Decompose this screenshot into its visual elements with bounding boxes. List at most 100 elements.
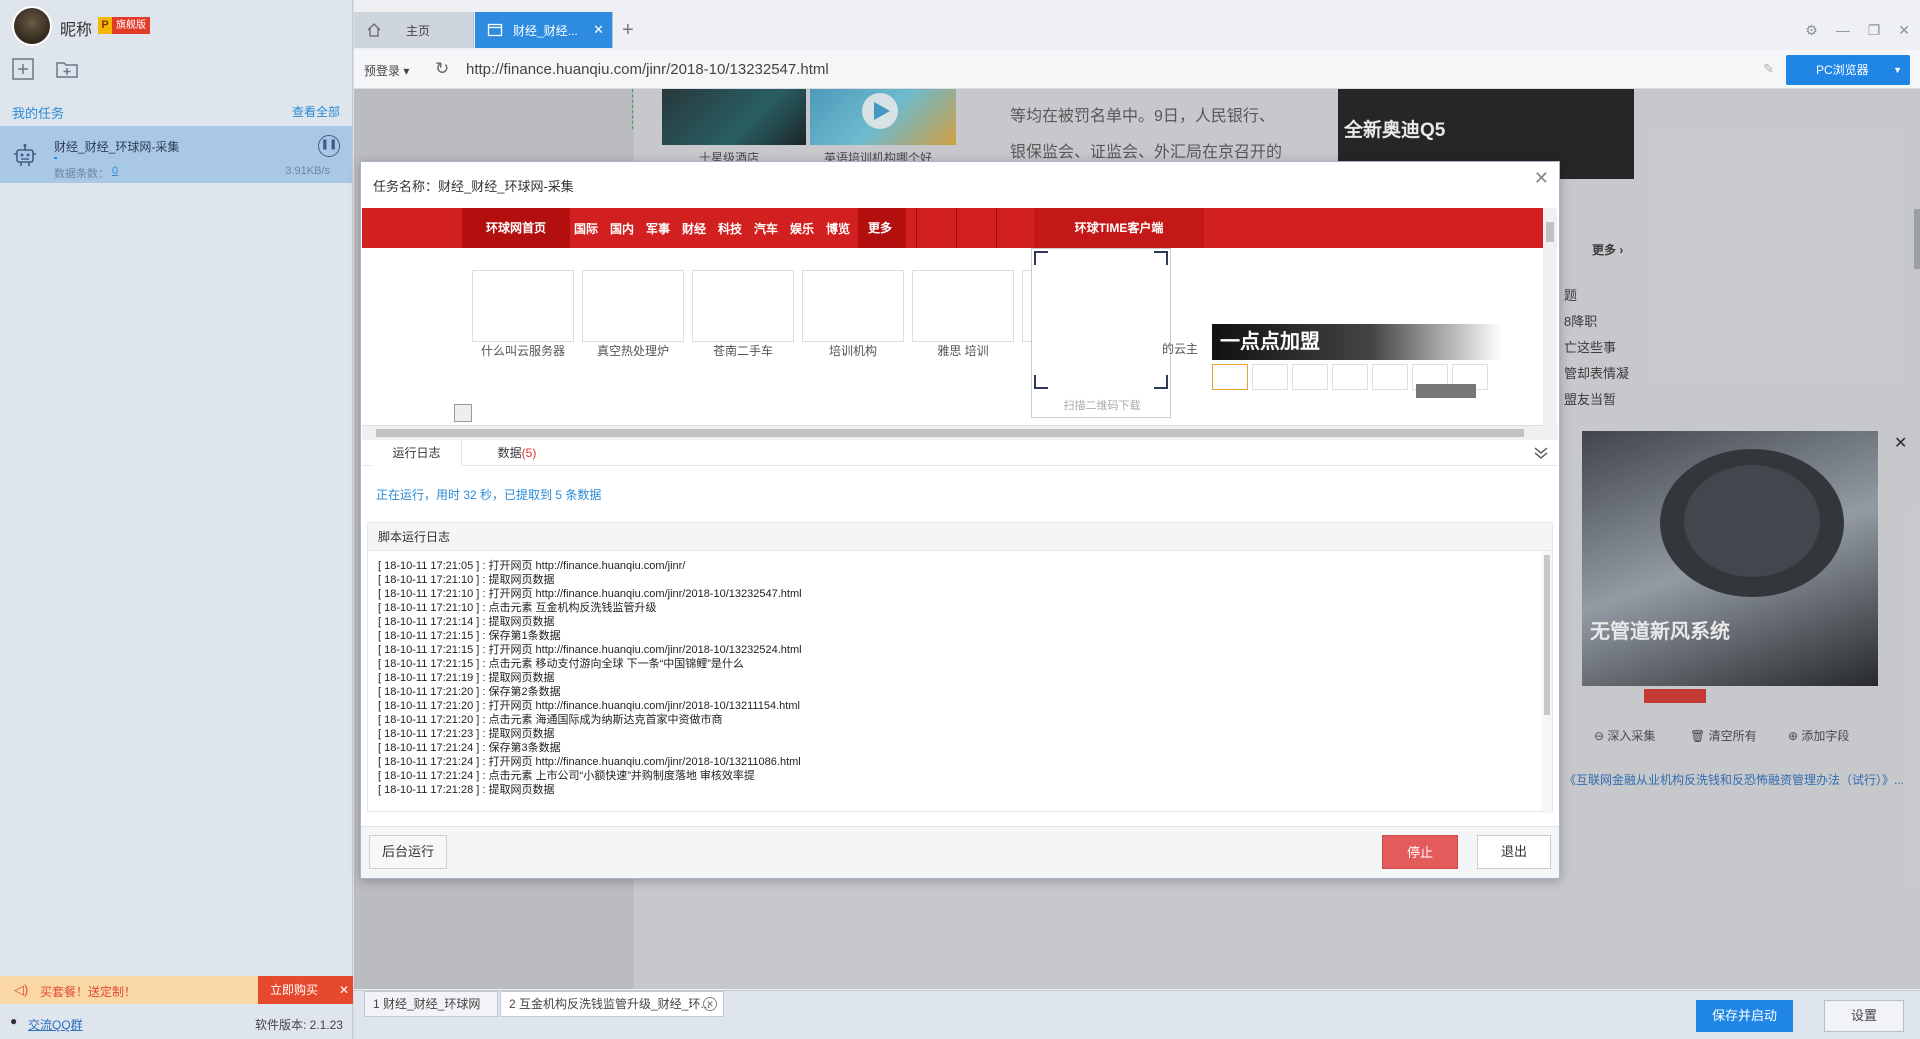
- scroll-thumb[interactable]: [1546, 222, 1554, 242]
- log-line: [ 18-10-11 17:21:19 ] : 提取网页数据: [378, 672, 555, 684]
- settings-button[interactable]: 设置: [1824, 1000, 1904, 1032]
- close-icon[interactable]: ✕: [1898, 12, 1910, 48]
- pause-icon[interactable]: ❚❚: [318, 135, 340, 157]
- nickname[interactable]: 昵称: [60, 16, 92, 40]
- qr-download-box[interactable]: 扫描二维码下载: [1031, 248, 1171, 418]
- log-line: [ 18-10-11 17:21:15 ] : 保存第1条数据: [378, 630, 561, 642]
- ad-card-label[interactable]: 什么叫云服务器: [472, 342, 574, 359]
- nav-client[interactable]: 环球TIME客户端: [1034, 208, 1204, 248]
- close-icon[interactable]: ✕: [703, 997, 717, 1011]
- nav-item[interactable]: 国际: [574, 220, 598, 237]
- task-speed: 3.91KB/s: [285, 165, 330, 177]
- nav-item[interactable]: 娱乐: [790, 220, 814, 237]
- pen-icon[interactable]: ✎: [1763, 61, 1774, 77]
- thumb[interactable]: [1332, 364, 1368, 390]
- nav-item[interactable]: 财经: [682, 220, 706, 237]
- ad-card[interactable]: [582, 270, 684, 342]
- chevron-down-icon[interactable]: ▼: [1893, 55, 1902, 85]
- bottom-bar: 1 财经_财经_环球网 2 互金机构反洗钱监管升级_财经_环... ✕ 保存并启…: [354, 990, 1920, 1039]
- preview-horizontal-scrollbar[interactable]: [362, 426, 1558, 440]
- step-tab[interactable]: 1 财经_财经_环球网: [364, 991, 498, 1017]
- refresh-icon[interactable]: ↻: [435, 59, 455, 79]
- ad-card-label[interactable]: 培训机构: [802, 342, 904, 359]
- task-count[interactable]: 0: [112, 165, 118, 177]
- thumb[interactable]: [1212, 364, 1248, 390]
- stop-label: 停止: [1406, 845, 1433, 860]
- avatar[interactable]: [12, 6, 52, 46]
- save-and-start-label: 保存并启动: [1711, 1008, 1777, 1023]
- exit-label: 退出: [1500, 844, 1527, 859]
- promo-text: 买套餐！送定制！: [40, 985, 137, 999]
- qq-group-link[interactable]: 交流QQ群: [28, 1016, 83, 1033]
- nav-item[interactable]: 汽车: [754, 220, 778, 237]
- log-line: [ 18-10-11 17:21:10 ] : 提取网页数据: [378, 574, 555, 586]
- nav-item[interactable]: 国内: [610, 220, 634, 237]
- buy-now-label: 立即购买: [270, 983, 319, 997]
- nav-more[interactable]: 更多: [858, 208, 906, 248]
- tab-home[interactable]: 主页: [354, 12, 474, 48]
- log-scrollbar[interactable]: [1542, 551, 1552, 813]
- qr-corner: [1034, 375, 1048, 389]
- step-tab[interactable]: 2 互金机构反洗钱监管升级_财经_环... ✕: [500, 991, 724, 1017]
- scroll-thumb[interactable]: [1544, 555, 1550, 715]
- step-tab-label: 1 财经_财经_环球网: [373, 997, 481, 1011]
- task-run-dialog: 任务名称：财经_财经_环球网-采集 ✕ 环球网首页 国际 国内 军事 财经 科技…: [360, 161, 1560, 879]
- pc-browser-button[interactable]: PC浏览器 ▼: [1786, 55, 1910, 85]
- close-icon[interactable]: ✕: [593, 22, 604, 38]
- view-all-link[interactable]: 查看全部: [292, 103, 340, 120]
- dialog-footer: 后台运行 停止 退出: [361, 826, 1559, 878]
- log-line: [ 18-10-11 17:21:15 ] : 打开网页 http://fina…: [378, 644, 802, 656]
- pre-login-dropdown[interactable]: 预登录 ▾: [364, 62, 409, 79]
- maximize-icon[interactable]: ❐: [1868, 12, 1881, 48]
- nav-separator: [956, 208, 957, 248]
- thumb[interactable]: [1372, 364, 1408, 390]
- tab-run-log-label: 运行日志: [392, 446, 441, 460]
- thumb[interactable]: [1292, 364, 1328, 390]
- log-line: [ 18-10-11 17:21:24 ] : 打开网页 http://fina…: [378, 756, 801, 768]
- nav-home[interactable]: 环球网首页: [462, 208, 570, 248]
- exit-button[interactable]: 退出: [1477, 835, 1551, 869]
- tab-data-label: 数据: [497, 446, 522, 460]
- preview-text: 的云主: [1162, 342, 1199, 356]
- stop-button[interactable]: 停止: [1382, 835, 1458, 869]
- nav-item[interactable]: 科技: [718, 220, 742, 237]
- ad-card[interactable]: [912, 270, 1014, 342]
- ad-card[interactable]: [472, 270, 574, 342]
- join-ad-banner[interactable]: 一点点加盟: [1212, 324, 1502, 360]
- log-line: [ 18-10-11 17:21:20 ] : 保存第2条数据: [378, 686, 561, 698]
- background-run-button[interactable]: 后台运行: [369, 835, 447, 869]
- task-name: 财经_财经_环球网-采集: [54, 140, 180, 154]
- url-input[interactable]: http://finance.huanqiu.com/jinr/2018-10/…: [466, 61, 829, 78]
- save-and-start-button[interactable]: 保存并启动: [1696, 1000, 1793, 1032]
- qr-corner: [1034, 251, 1048, 265]
- ad-card-label[interactable]: 真空热处理炉: [582, 342, 684, 359]
- new-task-icon[interactable]: [10, 56, 36, 82]
- task-item[interactable]: 财经_财经_环球网-采集 数据条数： 0 3.91KB/s ❚❚: [0, 126, 352, 183]
- ad-card-label[interactable]: 苍南二手车: [692, 342, 794, 359]
- nav-item[interactable]: 博览: [826, 220, 850, 237]
- tab-run-log[interactable]: 运行日志: [372, 440, 462, 466]
- minimize-icon[interactable]: —: [1836, 12, 1850, 48]
- ad-card[interactable]: [802, 270, 904, 342]
- log-line: [ 18-10-11 17:21:28 ] : 提取网页数据: [378, 784, 555, 796]
- new-folder-icon[interactable]: [54, 56, 80, 82]
- log-line: [ 18-10-11 17:21:20 ] : 点击元素 海通国际成为纳斯达克首…: [378, 714, 723, 726]
- collapse-icon[interactable]: [1532, 444, 1550, 462]
- sidebar: 昵称 P 旗舰版 我的任务 查看全部 财经_财经_环球网-采集 数据条数： 0 …: [0, 0, 353, 1039]
- thumb[interactable]: [1252, 364, 1288, 390]
- add-tab-icon[interactable]: +: [622, 19, 634, 42]
- ad-card[interactable]: [692, 270, 794, 342]
- nav-item[interactable]: 军事: [646, 220, 670, 237]
- dialog-title: 任务名称：财经_财经_环球网-采集: [373, 179, 574, 194]
- run-status: 正在运行，用时 32 秒，已提取到 5 条数据: [376, 488, 602, 502]
- close-icon[interactable]: ✕: [1534, 168, 1549, 189]
- qr-label: 扫描二维码下载: [1063, 400, 1141, 412]
- preview-vertical-scrollbar[interactable]: [1543, 208, 1557, 426]
- close-icon[interactable]: ✕: [339, 976, 349, 1004]
- ad-card-label[interactable]: 雅思 培训: [912, 342, 1014, 359]
- tab-active-page[interactable]: 财经_财经... ✕: [475, 12, 613, 48]
- log-line: [ 18-10-11 17:21:10 ] : 点击元素 互金机构反洗钱监管升级: [378, 602, 657, 614]
- settings-gear-icon[interactable]: ⚙: [1805, 12, 1818, 48]
- tab-data[interactable]: 数据(5): [472, 440, 562, 466]
- scroll-thumb[interactable]: [376, 429, 1524, 437]
